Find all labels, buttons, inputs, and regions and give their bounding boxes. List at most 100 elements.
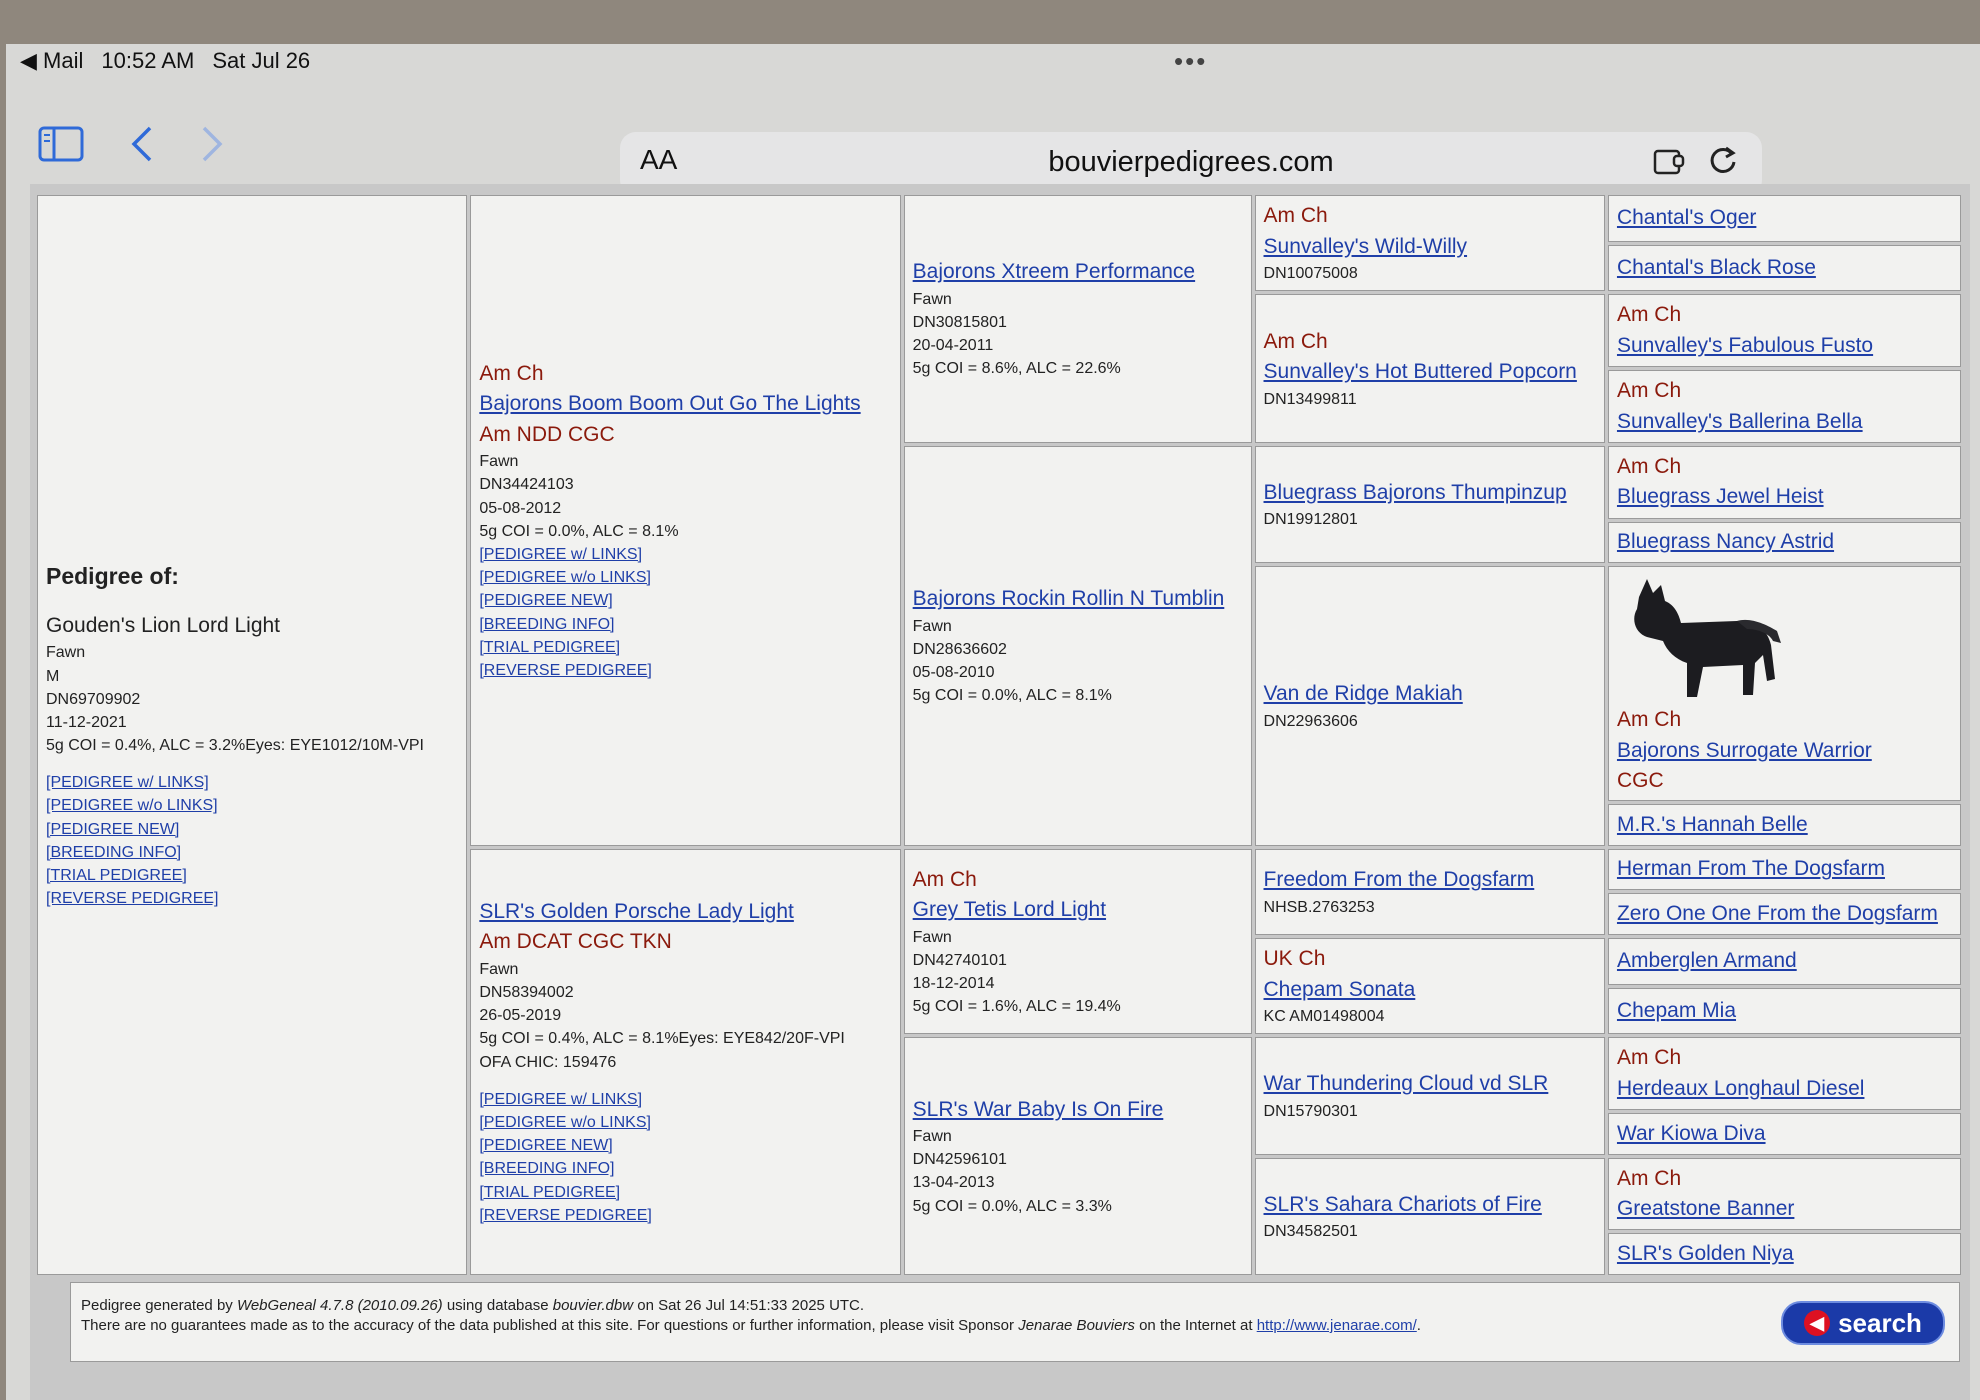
gen3-cell-3: Am Ch Grey Tetis Lord Light Fawn DN42740… — [903, 848, 1252, 1035]
gen5-cell-5: Am Ch Bluegrass Jewel Heist — [1607, 445, 1961, 519]
dam-link-trial-pedigree[interactable]: [TRIAL PEDIGREE] — [479, 1181, 891, 1204]
gen4-name-link-5[interactable]: Freedom From the Dogsfarm — [1264, 865, 1596, 895]
gen3-dob-2: 05-08-2010 — [912, 664, 995, 682]
dam-link-pedigree-new[interactable]: [PEDIGREE NEW] — [479, 1134, 891, 1157]
gen4-name-link-7[interactable]: War Thundering Cloud vd SLR — [1264, 1069, 1596, 1099]
subject-cell: Pedigree of: Gouden's Lion Lord Light Fa… — [37, 195, 468, 1275]
gen3-reg-1: DN30815801 — [912, 313, 1007, 331]
gen5-name-link-8[interactable]: M.R.'s Hannah Belle — [1617, 810, 1952, 840]
gen5-name-link-2[interactable]: Chantal's Black Rose — [1617, 253, 1952, 283]
gen5-cell-14: War Kiowa Diva — [1607, 1113, 1961, 1155]
gen5-name-link-12[interactable]: Chepam Mia — [1617, 996, 1952, 1026]
gen3-cell-4: SLR's War Baby Is On Fire Fawn DN4259610… — [903, 1037, 1252, 1275]
gen4-title-1: Am Ch — [1263, 204, 1328, 228]
subject-link-breeding-info[interactable]: [BREEDING INFO] — [46, 841, 458, 864]
subject-link-trial-pedigree[interactable]: [TRIAL PEDIGREE] — [46, 864, 458, 887]
pedigree-table: Pedigree of: Gouden's Lion Lord Light Fa… — [34, 192, 1964, 1278]
sire-link-pedigree-nolinks[interactable]: [PEDIGREE w/o LINKS] — [479, 566, 891, 589]
gen3-name-link-2[interactable]: Bajorons Rockin Rollin N Tumblin — [913, 584, 1243, 614]
gen4-cell-6: UK Ch Chepam Sonata KC AM01498004 — [1254, 937, 1605, 1035]
reload-icon[interactable] — [1708, 142, 1738, 185]
gen5-cell-10: Zero One One From the Dogsfarm — [1607, 893, 1961, 935]
back-arrow-icon[interactable] — [130, 124, 154, 169]
sire-link-pedigree-new[interactable]: [PEDIGREE NEW] — [479, 589, 891, 612]
sire-link-breeding-info[interactable]: [BREEDING INFO] — [479, 613, 891, 636]
gen3-reg-2: DN28636602 — [912, 640, 1007, 658]
gen4-cell-1: Am Ch Sunvalley's Wild-Willy DN10075008 — [1254, 195, 1605, 292]
gen5-name-link-11[interactable]: Amberglen Armand — [1617, 946, 1952, 976]
gen5-title-5: Am Ch — [1616, 454, 1682, 478]
gen3-cell-2: Bajorons Rockin Rollin N Tumblin Fawn DN… — [903, 445, 1252, 846]
extensions-icon[interactable] — [1652, 146, 1686, 183]
gen5-name-link-6[interactable]: Bluegrass Nancy Astrid — [1617, 527, 1952, 557]
gen5-name-link-10[interactable]: Zero One One From the Dogsfarm — [1617, 899, 1952, 929]
subject-link-reverse-pedigree[interactable]: [REVERSE PEDIGREE] — [46, 887, 458, 910]
back-to-mail[interactable]: ◀ Mail — [20, 48, 83, 74]
gen5-name-link-14[interactable]: War Kiowa Diva — [1617, 1119, 1952, 1149]
sire-link-reverse-pedigree[interactable]: [REVERSE PEDIGREE] — [479, 659, 891, 682]
gen5-cell-15: Am Ch Greatstone Banner — [1607, 1157, 1961, 1231]
status-bar: ◀ Mail 10:52 AM Sat Jul 26 ••• — [6, 44, 1980, 78]
gen3-color-3: Fawn — [912, 928, 952, 946]
dam-cell: SLR's Golden Porsche Lady Light Am DCAT … — [470, 848, 901, 1275]
gen5-cell-9: Herman From The Dogsfarm — [1607, 848, 1961, 891]
search-button[interactable]: ◀ search — [1781, 1301, 1945, 1345]
gen5-cell-16: SLR's Golden Niya — [1607, 1233, 1961, 1275]
forward-arrow-icon[interactable] — [200, 124, 224, 169]
gen4-name-link-4[interactable]: Van de Ridge Makiah — [1264, 679, 1596, 709]
gen4-reg-6: KC AM01498004 — [1263, 1008, 1385, 1026]
gen5-title-15: Am Ch — [1616, 1166, 1682, 1190]
sponsor-link[interactable]: http://www.jenarae.com/ — [1257, 1317, 1417, 1334]
subject-link-pedigree-links[interactable]: [PEDIGREE w/ LINKS] — [46, 771, 458, 794]
gen5-cell-8: M.R.'s Hannah Belle — [1607, 804, 1961, 846]
subject-link-pedigree-new[interactable]: [PEDIGREE NEW] — [46, 818, 458, 841]
url-text[interactable]: bouvierpedigrees.com — [620, 146, 1762, 179]
gen5-name-link-15[interactable]: Greatstone Banner — [1617, 1194, 1952, 1224]
gen3-coi-2: 5g COI = 0.0%, ALC = 8.1% — [912, 687, 1112, 705]
gen5-name-link-7[interactable]: Bajorons Surrogate Warrior — [1617, 736, 1952, 766]
gen5-name-link-5[interactable]: Bluegrass Jewel Heist — [1617, 482, 1952, 512]
gen5-cell-7: Am Ch Bajorons Surrogate Warrior CGC — [1607, 566, 1961, 802]
gen4-reg-2: DN13499811 — [1263, 390, 1357, 408]
gen3-name-link-1[interactable]: Bajorons Xtreem Performance — [913, 257, 1243, 287]
dam-link-pedigree-links[interactable]: [PEDIGREE w/ LINKS] — [479, 1088, 891, 1111]
gen5-name-link-13[interactable]: Herdeaux Longhaul Diesel — [1617, 1074, 1952, 1104]
sire-coi: 5g COI = 0.0%, ALC = 8.1% — [479, 522, 679, 540]
gen5-cell-11: Amberglen Armand — [1607, 937, 1961, 985]
gen5-name-link-1[interactable]: Chantal's Oger — [1617, 203, 1952, 233]
gen3-color-2: Fawn — [912, 617, 952, 635]
gen4-name-link-2[interactable]: Sunvalley's Hot Buttered Popcorn — [1264, 357, 1596, 387]
dam-name-link[interactable]: SLR's Golden Porsche Lady Light — [479, 897, 891, 927]
gen5-name-link-3[interactable]: Sunvalley's Fabulous Fusto — [1617, 331, 1952, 361]
dam-link-reverse-pedigree[interactable]: [REVERSE PEDIGREE] — [479, 1204, 891, 1227]
gen5-name-link-9[interactable]: Herman From The Dogsfarm — [1617, 854, 1952, 884]
gen5-name-link-4[interactable]: Sunvalley's Ballerina Bella — [1617, 407, 1952, 437]
sire-dob: 05-08-2012 — [479, 499, 562, 517]
dam-dob: 26-05-2019 — [479, 1007, 562, 1025]
gen3-name-link-3[interactable]: Grey Tetis Lord Light — [913, 895, 1243, 925]
gen4-reg-4: DN22963606 — [1263, 712, 1358, 730]
gen4-name-link-6[interactable]: Chepam Sonata — [1264, 975, 1596, 1005]
subject-link-pedigree-nolinks[interactable]: [PEDIGREE w/o LINKS] — [46, 794, 458, 817]
gen4-name-link-3[interactable]: Bluegrass Bajorons Thumpinzup — [1264, 478, 1596, 508]
sire-color: Fawn — [479, 453, 519, 471]
gen5-title-13: Am Ch — [1616, 1046, 1682, 1070]
gen4-reg-8: DN34582501 — [1263, 1222, 1358, 1240]
sire-link-pedigree-links[interactable]: [PEDIGREE w/ LINKS] — [479, 543, 891, 566]
footer-line-2: There are no guarantees made as to the a… — [81, 1317, 1421, 1334]
gen5-cell-6: Bluegrass Nancy Astrid — [1607, 521, 1961, 564]
gen3-title-3: Am Ch — [912, 867, 977, 891]
gen5-name-link-16[interactable]: SLR's Golden Niya — [1617, 1239, 1952, 1269]
gen3-name-link-4[interactable]: SLR's War Baby Is On Fire — [913, 1095, 1243, 1125]
gen3-cell-1: Bajorons Xtreem Performance Fawn DN30815… — [903, 195, 1252, 443]
gen4-name-link-1[interactable]: Sunvalley's Wild-Willy — [1264, 232, 1596, 262]
dam-link-breeding-info[interactable]: [BREEDING INFO] — [479, 1157, 891, 1180]
gen3-coi-3: 5g COI = 1.6%, ALC = 19.4% — [912, 998, 1121, 1016]
gen3-coi-1: 5g COI = 8.6%, ALC = 22.6% — [912, 360, 1121, 378]
dam-link-pedigree-nolinks[interactable]: [PEDIGREE w/o LINKS] — [479, 1111, 891, 1134]
sire-link-trial-pedigree[interactable]: [TRIAL PEDIGREE] — [479, 636, 891, 659]
gen4-name-link-8[interactable]: SLR's Sahara Chariots of Fire — [1264, 1190, 1596, 1220]
multitask-dots[interactable]: ••• — [1174, 46, 1207, 77]
sire-name-link[interactable]: Bajorons Boom Boom Out Go The Lights — [479, 389, 891, 419]
sidebar-icon[interactable] — [38, 126, 84, 167]
